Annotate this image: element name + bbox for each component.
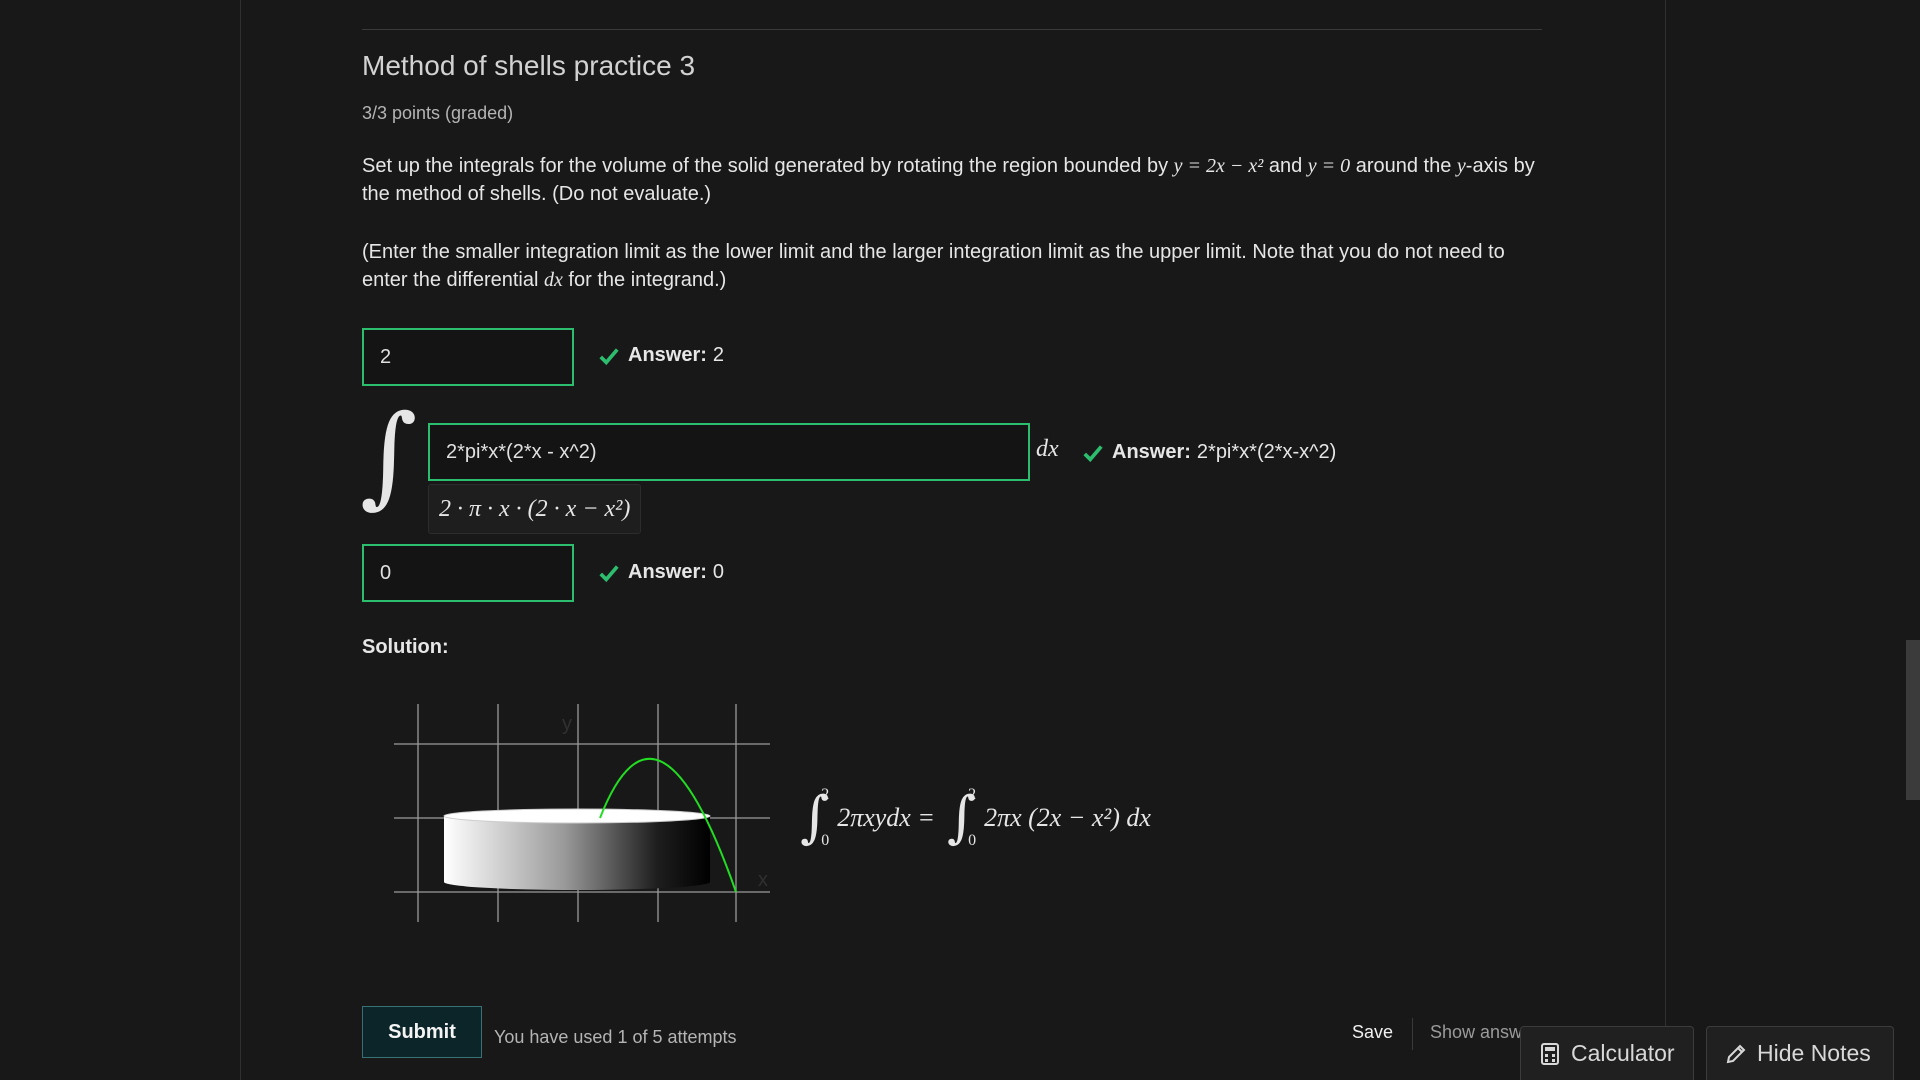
y-axis-label: y [562, 713, 572, 735]
formula-right: 2πx (2x − x²) dx [984, 803, 1151, 832]
show-answer-button[interactable]: Show answ [1430, 1022, 1520, 1043]
problem-points: 3/3 points (graded) [362, 103, 514, 123]
x-axis-label: x [758, 869, 768, 891]
math-line: y = 0 [1307, 155, 1351, 177]
math-differential: dx [543, 269, 563, 291]
integral-sign: ∫ [946, 785, 977, 850]
integrand-input[interactable]: 2*pi*x*(2*x - x^2) [428, 423, 1030, 481]
solution-formula: ∫ 2 0 2πxydx = ∫ 2 0 2πx (2x − x²) dx [800, 786, 1151, 850]
integrand-answer: Answer: 2*pi*x*(2*x-x^2) [1082, 441, 1336, 464]
formula-left: 2πxydx = [837, 803, 935, 832]
calculator-label: Calculator [1571, 1040, 1675, 1066]
differential-label: dx [1036, 436, 1059, 462]
save-button[interactable]: Save [1352, 1022, 1393, 1043]
submit-button[interactable]: Submit [362, 1006, 482, 1058]
statement-text: around the [1350, 155, 1457, 177]
section-divider [362, 29, 1542, 30]
integral-sign: ∫ [800, 785, 830, 850]
integral-sign: ∫ [360, 391, 418, 519]
problem-statement: Set up the integrals for the volume of t… [362, 152, 1542, 208]
action-divider [1412, 1018, 1413, 1050]
pencil-icon [1726, 1044, 1746, 1063]
page-scrollbar[interactable] [1906, 640, 1920, 800]
calculator-button[interactable]: Calculator [1520, 1026, 1694, 1080]
calculator-icon [1541, 1042, 1559, 1065]
hide-notes-button[interactable]: Hide Notes [1706, 1026, 1894, 1080]
answer-value: 2 [712, 344, 725, 366]
statement-text: and [1263, 155, 1308, 177]
math-curve: y = 2x − x² [1173, 155, 1264, 177]
cylindrical-shell [444, 816, 710, 890]
upper-limit-input[interactable]: 2 [362, 328, 574, 386]
answer-value: 2*pi*x*(2*x-x^2) [1196, 441, 1337, 463]
instructions-text: for the integrand.) [562, 269, 727, 291]
solution-shell-figure: y x [394, 704, 770, 922]
solution-label: Solution: [362, 636, 449, 658]
check-icon [599, 347, 619, 365]
attempts-text: You have used 1 of 5 attempts [494, 1027, 737, 1047]
answer-label: Answer: [628, 344, 707, 366]
answer-label: Answer: [1112, 441, 1191, 463]
problem-title: Method of shells practice 3 [362, 50, 696, 81]
shell-top [443, 808, 711, 824]
instructions-text: (Enter the smaller integration limit as … [362, 241, 1505, 291]
answer-label: Answer: [628, 561, 707, 583]
upper-limit-answer: Answer: 2 [598, 344, 724, 367]
hide-notes-label: Hide Notes [1757, 1040, 1871, 1066]
lower-limit-answer: Answer: 0 [598, 561, 724, 584]
check-icon [1083, 444, 1103, 462]
math-variable: y [1456, 155, 1466, 177]
check-icon [599, 564, 619, 582]
statement-text: Set up the integrals for the volume of t… [362, 155, 1174, 177]
problem-instructions: (Enter the smaller integration limit as … [362, 238, 1542, 294]
lower-limit-input[interactable]: 0 [362, 544, 574, 602]
answer-value: 0 [712, 561, 725, 583]
integrand-preview: 2 · π · x · (2 · x − x²) [428, 484, 642, 534]
